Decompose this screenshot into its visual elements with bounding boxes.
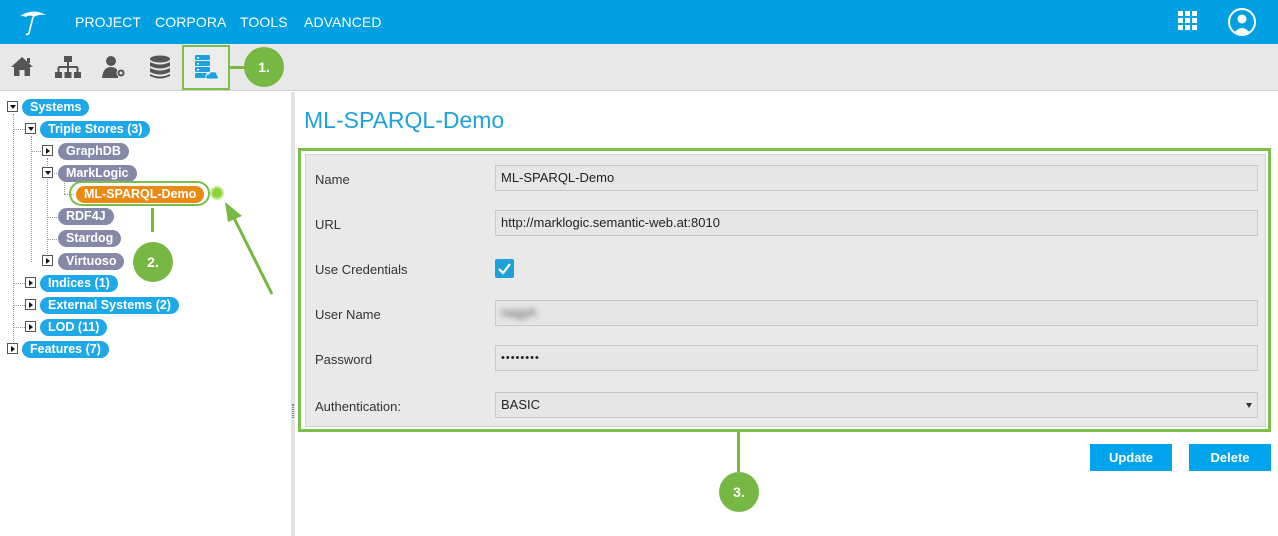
authentication-label: Authentication:: [315, 399, 402, 414]
callout-2-connector: [151, 208, 154, 232]
user-gear-icon[interactable]: [100, 53, 128, 81]
panel-splitter[interactable]: [291, 92, 295, 536]
database-cloud-icon: [195, 55, 219, 80]
use-credentials-label: Use Credentials: [315, 262, 408, 277]
user-name-value: nagyh: [501, 305, 537, 320]
grid-apps-icon[interactable]: [1178, 11, 1198, 31]
systems-toggle[interactable]: [7, 101, 18, 112]
indices-toggle[interactable]: [25, 277, 36, 288]
nav-tools[interactable]: TOOLS: [240, 14, 288, 30]
password-input[interactable]: ••••••••: [495, 345, 1258, 371]
nav-corpora[interactable]: CORPORA: [155, 14, 227, 30]
features-toggle[interactable]: [7, 343, 18, 354]
callout-3-connector: [737, 432, 740, 472]
callout-2-badge: 2.: [133, 242, 173, 282]
selection-indicator-dot: [210, 186, 224, 200]
user-name-input[interactable]: nagyh: [495, 300, 1258, 326]
virtuoso-toggle[interactable]: [42, 255, 53, 266]
external-systems-toggle[interactable]: [25, 299, 36, 310]
tree-node-systems[interactable]: Systems: [22, 99, 90, 116]
page-title: ML-SPARQL-Demo: [304, 107, 505, 133]
module-toolbar: 1.: [0, 44, 1278, 91]
url-label: URL: [315, 217, 342, 232]
use-credentials-checkbox[interactable]: [495, 259, 514, 278]
top-navigation-bar: PROJECT CORPORA TOOLS ADVANCED: [0, 0, 1278, 44]
graphdb-toggle[interactable]: [42, 145, 53, 156]
home-icon[interactable]: [8, 53, 36, 81]
tree-node-stardog[interactable]: Stardog: [58, 230, 122, 247]
tree-node-graphdb[interactable]: GraphDB: [58, 143, 129, 160]
tree-node-lod[interactable]: LOD (11): [40, 319, 108, 336]
tree-node-indices[interactable]: Indices (1): [40, 275, 118, 292]
callout-1-badge: 1.: [244, 47, 284, 87]
tree-node-features[interactable]: Features (7): [22, 341, 109, 358]
marklogic-toggle[interactable]: [42, 167, 53, 178]
system-settings-form: [305, 154, 1266, 427]
tree-node-marklogic[interactable]: MarkLogic: [58, 165, 137, 182]
tree-node-ml-sparql-demo[interactable]: ML-SPARQL-Demo: [76, 186, 205, 203]
triple-stores-toggle[interactable]: [25, 123, 36, 134]
database-cloud-tool-button[interactable]: [182, 45, 230, 90]
password-label: Password: [315, 352, 373, 367]
callout-3-badge: 3.: [719, 472, 759, 512]
nav-advanced[interactable]: ADVANCED: [304, 14, 382, 30]
user-name-label: User Name: [315, 307, 381, 322]
update-button[interactable]: Update: [1090, 444, 1172, 471]
lod-toggle[interactable]: [25, 321, 36, 332]
database-icon[interactable]: [146, 53, 174, 81]
name-label: Name: [315, 172, 350, 187]
name-input[interactable]: ML-SPARQL-Demo: [495, 165, 1258, 191]
url-input[interactable]: http://marklogic.semantic-web.at:8010: [495, 210, 1258, 236]
systems-tree-panel: Systems Triple Stores (3) GraphDB MarkLo…: [0, 92, 291, 536]
tree-node-triple-stores[interactable]: Triple Stores (3): [40, 121, 151, 138]
authentication-select[interactable]: BASIC: [495, 392, 1258, 418]
hierarchy-icon[interactable]: [54, 53, 82, 81]
delete-button[interactable]: Delete: [1189, 444, 1271, 471]
user-avatar-icon[interactable]: [1228, 8, 1256, 36]
pointer-arrow-icon: [225, 202, 274, 295]
tree-node-rdf4j[interactable]: RDF4J: [58, 208, 114, 225]
chevron-down-icon: [1246, 403, 1252, 408]
checkmark-icon: [498, 263, 511, 275]
umbrella-logo-icon[interactable]: [16, 8, 48, 36]
nav-project[interactable]: PROJECT: [75, 14, 141, 30]
tree-node-virtuoso[interactable]: Virtuoso: [58, 253, 125, 270]
tree-node-external-systems[interactable]: External Systems (2): [40, 297, 179, 314]
